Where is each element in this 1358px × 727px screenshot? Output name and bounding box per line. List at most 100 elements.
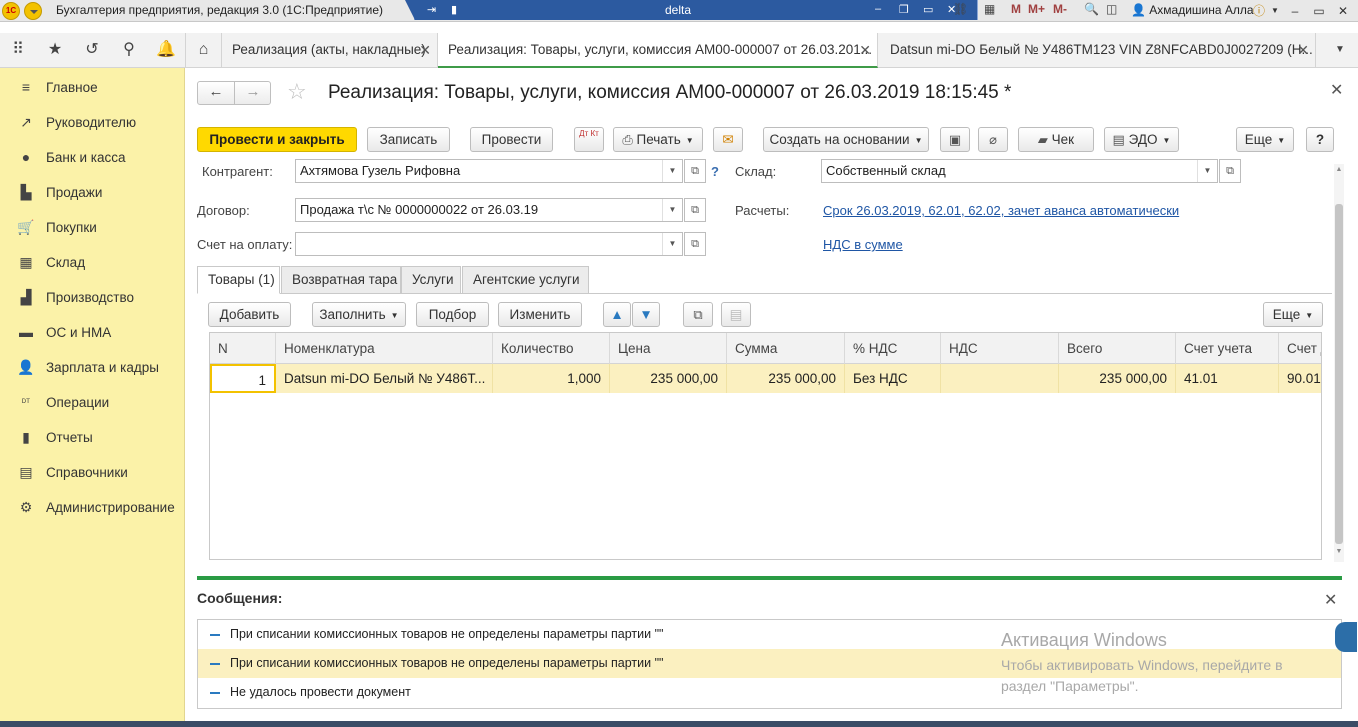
search-icon[interactable]: ⚲ — [111, 33, 147, 67]
open-warehouse-button[interactable]: ⧉ — [1219, 159, 1241, 183]
restore-remote-icon[interactable]: ❐ — [899, 3, 909, 16]
print-button[interactable]: ⎙ Печать ▼ — [613, 127, 703, 152]
attach-button[interactable]: ⌀ — [978, 127, 1008, 152]
tab-close-icon[interactable]: ✕ — [419, 33, 431, 67]
main-menu-button[interactable] — [24, 2, 42, 20]
calendar-icon[interactable]: ▦ — [984, 2, 995, 16]
chevron-down-icon[interactable]: ▼ — [1197, 160, 1217, 182]
scroll-down-icon[interactable]: ▼ — [1334, 548, 1344, 555]
tab-sales-list[interactable]: Реализация (акты, накладные) ✕ — [222, 33, 438, 67]
col-vat[interactable]: НДС — [941, 333, 1059, 364]
sidebar-item-sales[interactable]: ▙ Продажи — [0, 175, 185, 210]
contract-field[interactable]: Продажа т\с № 0000000022 от 26.03.19 ▼ — [295, 198, 683, 222]
warehouse-field[interactable]: Собственный склад ▼ — [821, 159, 1218, 183]
cell-vat[interactable] — [941, 364, 1059, 393]
post-button[interactable]: Провести — [470, 127, 553, 152]
tabs-dropdown-icon[interactable]: ▼ — [1322, 33, 1358, 67]
chevron-down-icon[interactable]: ▼ — [662, 233, 682, 255]
messages-close-icon[interactable]: ✕ — [1324, 590, 1337, 610]
tab-datsun-item[interactable]: Datsun mi-DO Белый № У486ТМ123 VIN Z8NFC… — [880, 33, 1316, 67]
settlements-link[interactable]: Срок 26.03.2019, 62.01, 62.02, зачет ава… — [823, 203, 1179, 218]
restore-remote-icon-2[interactable]: ▭ — [923, 3, 933, 16]
open-counterparty-button[interactable]: ⧉ — [684, 159, 706, 183]
chevron-down-icon[interactable]: ▼ — [662, 199, 682, 221]
col-quantity[interactable]: Количество — [493, 333, 610, 364]
cell-total[interactable]: 235 000,00 — [1059, 364, 1176, 393]
table-row[interactable]: 1 Datsun mi-DO Белый № У486Т... 1,000 23… — [210, 364, 1321, 393]
m-minus-button[interactable]: M- — [1053, 2, 1067, 16]
help-button[interactable]: ? — [1306, 127, 1334, 152]
panels-icon[interactable]: ◫ — [1106, 2, 1117, 16]
open-invoice-button[interactable]: ⧉ — [684, 232, 706, 256]
close-icon[interactable]: ✕ — [1334, 2, 1352, 20]
add-row-button[interactable]: Добавить — [208, 302, 291, 327]
link-icon[interactable]: ⛓ — [953, 2, 968, 16]
sidebar-item-admin[interactable]: ⚙ Администрирование — [0, 490, 185, 525]
tab-close-icon[interactable]: ✕ — [859, 33, 871, 66]
home-icon[interactable]: ⌂ — [185, 33, 222, 67]
copy-row-button[interactable]: ⧉ — [683, 302, 713, 327]
current-user[interactable]: 👤 Ахмадишина Алла — [1131, 3, 1254, 17]
tab-sales-document[interactable]: Реализация: Товары, услуги, комиссия АМ0… — [438, 33, 878, 68]
maximize-icon[interactable]: ▭ — [1310, 2, 1328, 20]
teamviewer-icon[interactable] — [1335, 622, 1357, 652]
scroll-up-icon[interactable]: ▲ — [1334, 166, 1344, 173]
col-vat-rate[interactable]: % НДС — [845, 333, 941, 364]
more-button[interactable]: Еще ▼ — [1236, 127, 1294, 152]
tab-services[interactable]: Услуги — [401, 266, 461, 294]
m-plus-button[interactable]: M+ — [1028, 2, 1045, 16]
counterparty-help-icon[interactable]: ? — [711, 164, 719, 179]
sidebar-item-fixed-assets[interactable]: ▬ ОС и НМА — [0, 315, 185, 350]
sidebar-item-salary[interactable]: 👤 Зарплата и кадры — [0, 350, 185, 385]
m-button[interactable]: M — [1011, 2, 1021, 16]
counterparty-field[interactable]: Ахтямова Гузель Рифовна ▼ — [295, 159, 683, 183]
cell-amount[interactable]: 235 000,00 — [727, 364, 845, 393]
minimize-icon[interactable]: – — [1286, 2, 1304, 20]
sidebar-item-references[interactable]: ▤ Справочники — [0, 455, 185, 490]
vat-link[interactable]: НДС в сумме — [823, 237, 903, 252]
tab-returnable-packaging[interactable]: Возвратная тара — [281, 266, 401, 294]
save-button[interactable]: Записать — [367, 127, 450, 152]
chevron-down-icon[interactable]: ▼ — [662, 160, 682, 182]
cell-account[interactable]: 41.01 — [1176, 364, 1279, 393]
paste-row-button[interactable]: ▤ — [721, 302, 751, 327]
sections-grid-icon[interactable]: ⠿ — [0, 33, 36, 67]
structure-button[interactable]: ▣ — [940, 127, 970, 152]
favorites-star-icon[interactable]: ★ — [37, 33, 73, 67]
sidebar-item-purchases[interactable]: 🛒 Покупки — [0, 210, 185, 245]
favorite-star-icon[interactable]: ☆ — [287, 79, 307, 105]
cell-vat-rate[interactable]: Без НДС — [845, 364, 941, 393]
dt-kt-icon-button[interactable]: Дт Кт — [574, 127, 604, 152]
move-down-button[interactable]: ▼ — [632, 302, 660, 327]
forward-arrow-icon[interactable]: → — [235, 83, 271, 100]
tab-agent-services[interactable]: Агентские услуги — [462, 266, 589, 294]
sidebar-item-main[interactable]: ≡ Главное — [0, 70, 185, 105]
scroll-thumb[interactable] — [1335, 204, 1343, 544]
edo-button[interactable]: ▤ ЭДО ▼ — [1104, 127, 1179, 152]
cell-income-account[interactable]: 90.01. — [1279, 364, 1321, 393]
move-up-button[interactable]: ▲ — [603, 302, 631, 327]
post-and-close-button[interactable]: Провести и закрыть — [197, 127, 357, 152]
cell-item[interactable]: Datsun mi-DO Белый № У486Т... — [276, 364, 493, 393]
tab-close-icon[interactable]: ✕ — [1297, 33, 1309, 67]
info-dropdown-icon[interactable]: ▼ — [1266, 2, 1284, 20]
sidebar-item-production[interactable]: ▟ Производство — [0, 280, 185, 315]
invoice-field[interactable]: ▼ — [295, 232, 683, 256]
table-more-button[interactable]: Еще ▼ — [1263, 302, 1323, 327]
cell-n[interactable]: 1 — [210, 364, 276, 393]
col-amount[interactable]: Сумма — [727, 333, 845, 364]
col-account[interactable]: Счет учета — [1176, 333, 1279, 364]
bell-icon[interactable]: 🔔 — [148, 33, 184, 67]
change-button[interactable]: Изменить — [498, 302, 582, 327]
cell-price[interactable]: 235 000,00 — [610, 364, 727, 393]
col-income-account[interactable]: Счет д — [1279, 333, 1321, 364]
col-n[interactable]: N — [210, 333, 276, 364]
form-scrollbar[interactable]: ▲ ▼ — [1334, 164, 1344, 562]
zoom-icon[interactable]: 🔍 — [1084, 2, 1099, 16]
receipt-button[interactable]: ▰ Чек — [1018, 127, 1094, 152]
open-contract-button[interactable]: ⧉ — [684, 198, 706, 222]
sidebar-item-management[interactable]: ↗ Руководителю — [0, 105, 185, 140]
sidebar-item-reports[interactable]: ▮ Отчеты — [0, 420, 185, 455]
pin-icon[interactable]: ⇥ — [427, 3, 436, 16]
minimize-remote-icon[interactable]: – — [875, 3, 881, 15]
